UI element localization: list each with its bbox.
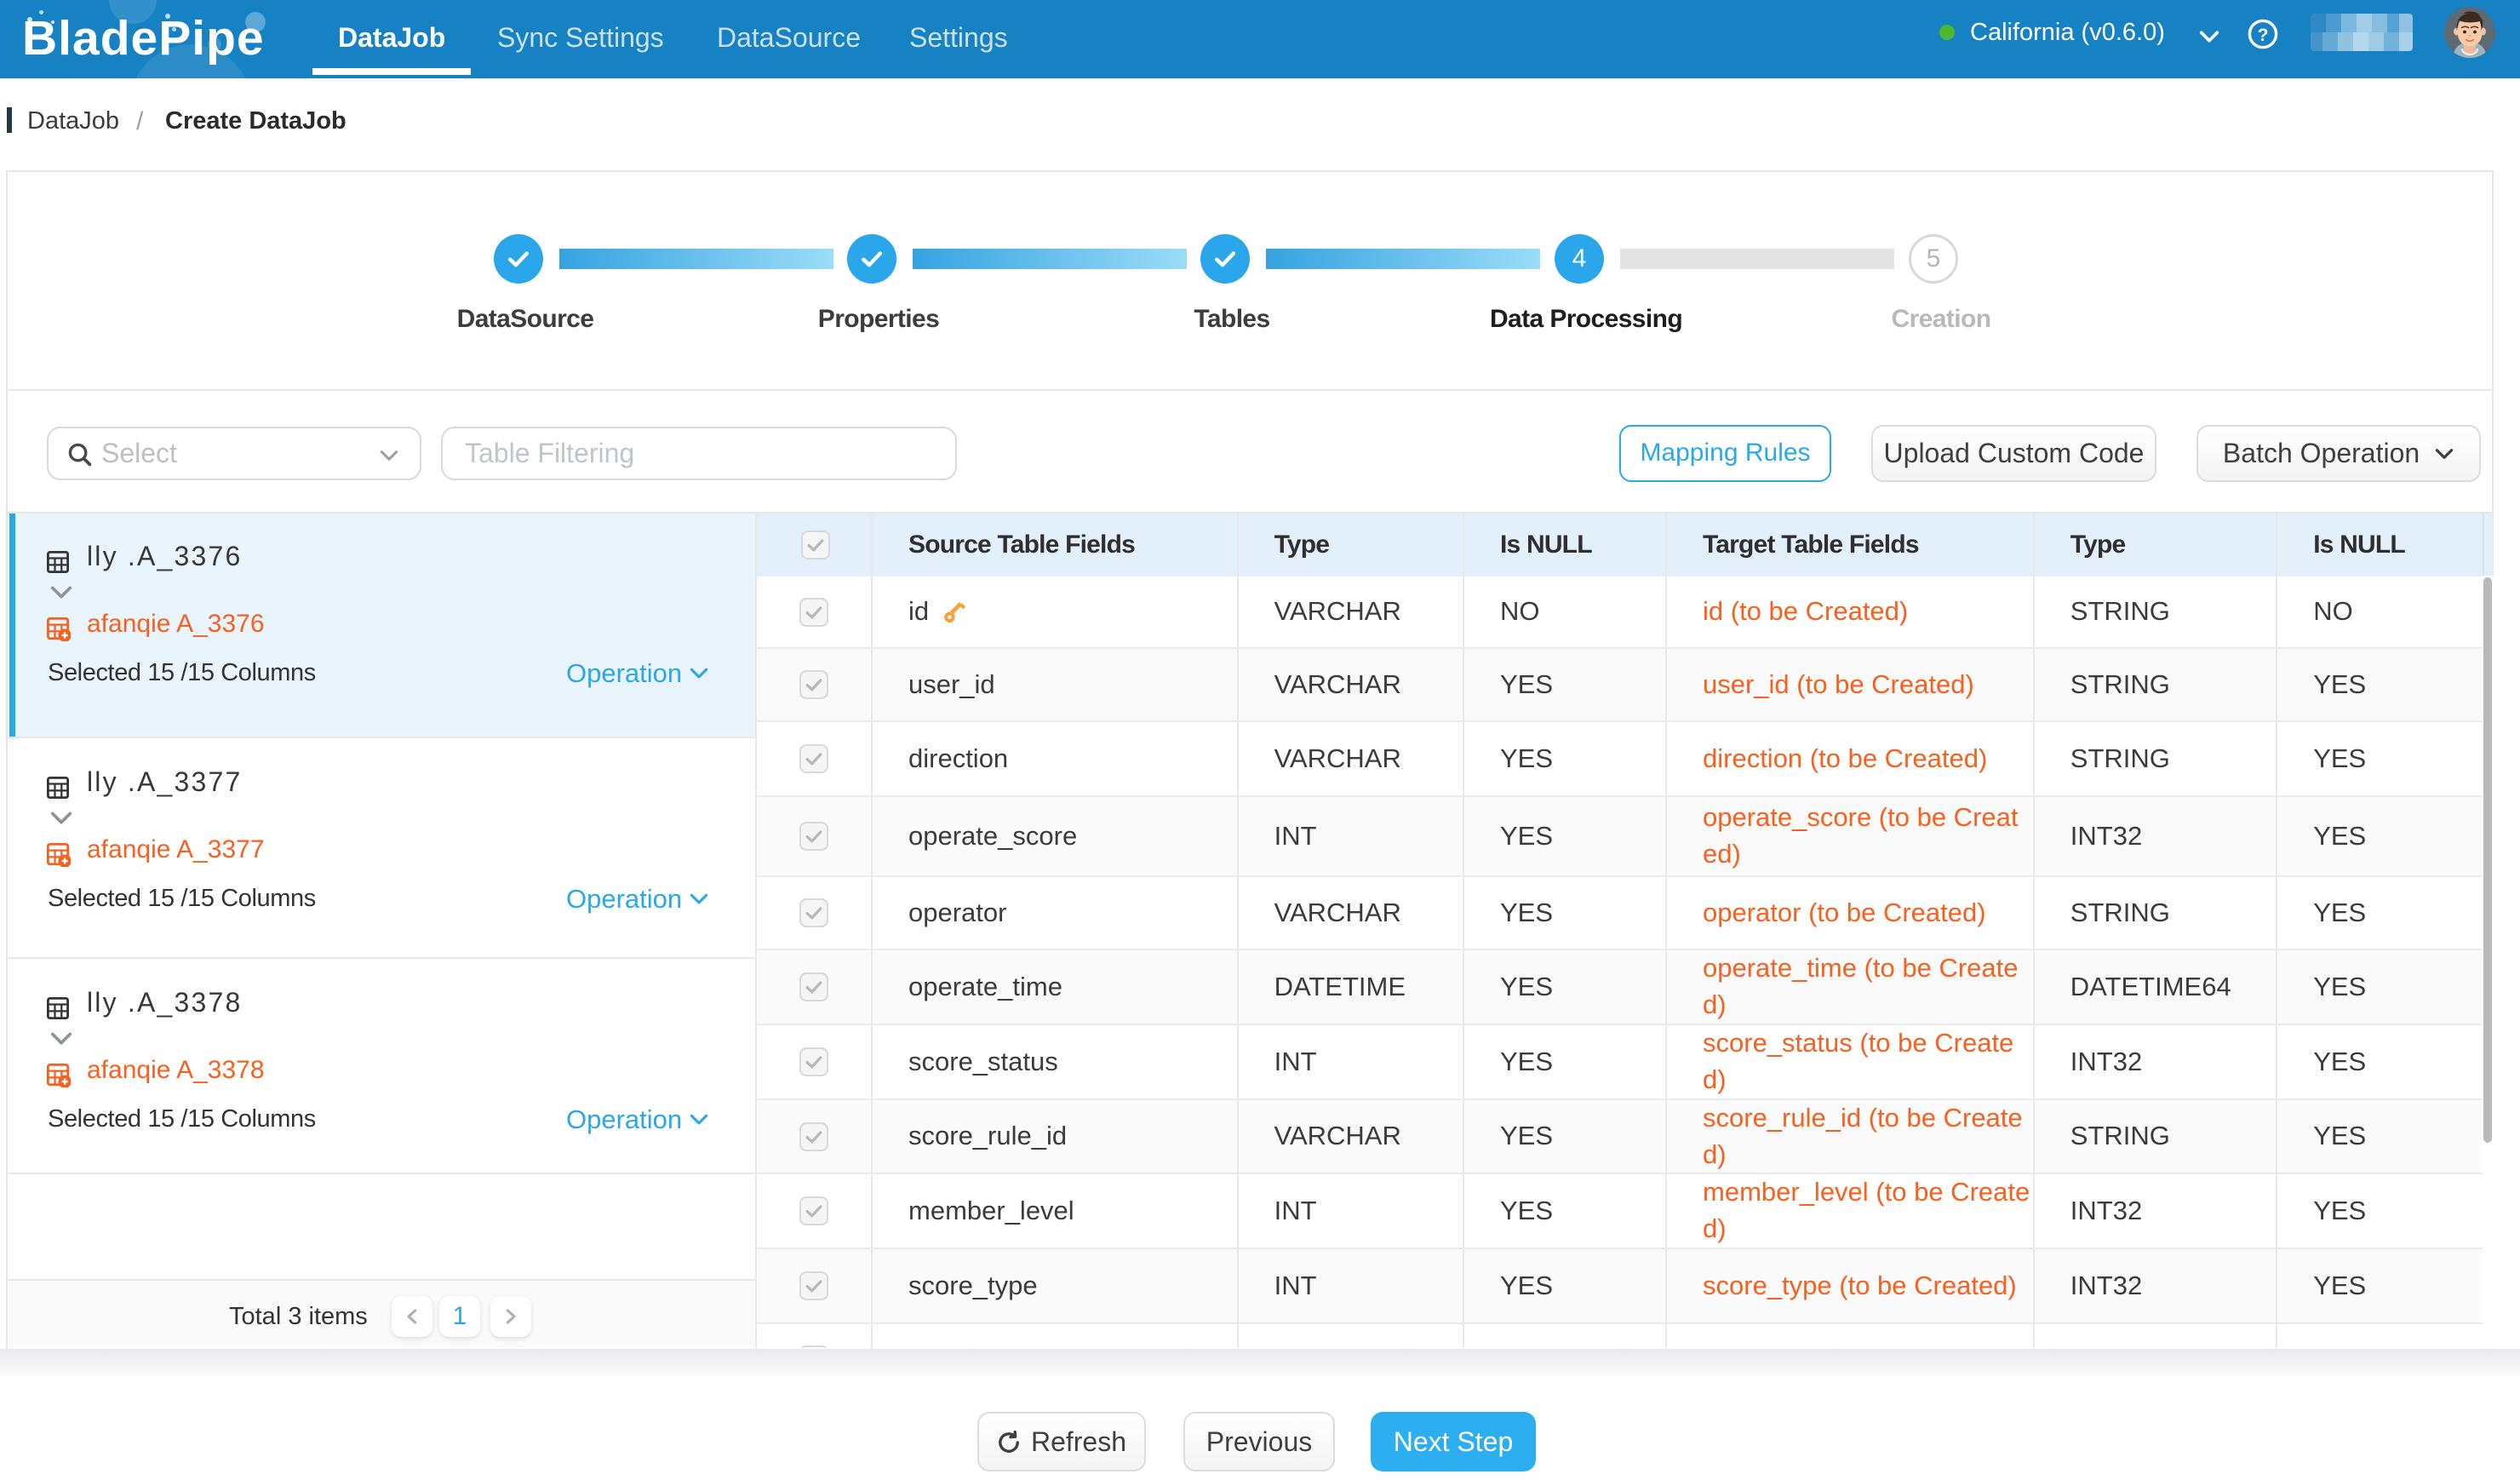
svg-text:?: ?	[2258, 26, 2269, 45]
